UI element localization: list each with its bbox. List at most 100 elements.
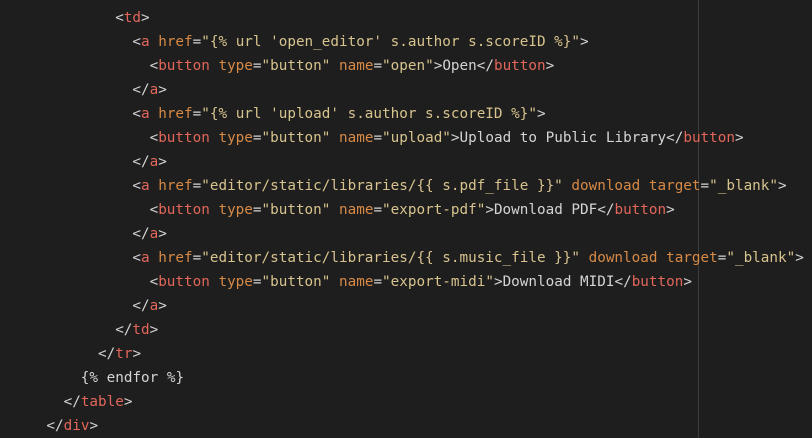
code-token-tag: a (141, 250, 150, 266)
code-token-text: Download PDF (493, 202, 598, 218)
code-token-punct: > (158, 226, 167, 242)
code-line[interactable]: </div> (0, 414, 812, 438)
code-token-attr: type (218, 274, 253, 290)
code-token-tag: button (158, 58, 210, 74)
code-token-punct: > (683, 274, 692, 290)
code-token-punct: = (373, 58, 383, 74)
code-line[interactable]: </a> (0, 222, 812, 246)
code-token-attr: href (158, 106, 193, 122)
code-token-punct: = (252, 202, 262, 218)
code-token-text: Upload to Public Library (459, 130, 667, 146)
code-token-str: "open" (382, 58, 434, 74)
code-token-punct: = (373, 202, 383, 218)
code-token-punct: = (373, 274, 383, 290)
code-line[interactable]: <button type="button" name="export-midi"… (0, 270, 812, 294)
code-token-punct: > (89, 418, 99, 434)
code-token-attr: href (158, 250, 193, 266)
code-token-attr: href (158, 34, 193, 50)
code-token-punct: = (192, 250, 202, 266)
code-line[interactable]: </td> (0, 318, 812, 342)
code-token-str: "button" (261, 202, 331, 218)
code-line[interactable]: <button type="button" name="open">Open</… (0, 54, 812, 78)
code-token-tag: a (141, 178, 150, 194)
code-token-tag: td (132, 322, 150, 338)
code-token-punct: = (192, 34, 202, 50)
code-token-punct: < (115, 10, 124, 26)
code-token-punct: > (123, 394, 133, 410)
code-line[interactable]: </a> (0, 150, 812, 174)
code-token-punct: = (252, 58, 262, 74)
code-line[interactable]: </a> (0, 78, 812, 102)
code-line[interactable]: </a> (0, 294, 812, 318)
code-token-str: "button" (261, 58, 331, 74)
code-token-punct: </ (132, 82, 150, 98)
code-token-tag: button (158, 202, 210, 218)
code-token-attr: type (218, 58, 253, 74)
code-line[interactable]: <a href="editor/static/libraries/{{ s.pd… (0, 174, 812, 198)
code-token-punct: </ (666, 130, 684, 146)
code-token-punct: = (700, 178, 710, 194)
code-token-punct: </ (98, 346, 116, 362)
code-line[interactable]: {% endfor %} (0, 366, 812, 390)
code-token-punct: </ (115, 322, 133, 338)
code-token-tag: a (141, 106, 150, 122)
code-token-punct: = (192, 106, 202, 122)
code-token-tag: td (123, 10, 142, 26)
code-token-punct: > (778, 178, 787, 194)
code-token-punct: > (536, 106, 546, 122)
code-line[interactable]: <a href="{% url 'open_editor' s.author s… (0, 30, 812, 54)
code-token-punct: </ (46, 418, 64, 434)
code-token-tag: a (141, 34, 150, 50)
code-token-str: "button" (261, 130, 331, 146)
code-area[interactable]: <td> <a href="{% url 'open_editor' s.auth… (0, 6, 812, 438)
code-token-punct: = (252, 130, 262, 146)
code-line[interactable]: <td> (0, 6, 812, 30)
code-token-tag: button (493, 58, 546, 74)
code-token-punct: </ (63, 394, 81, 410)
code-token-punct: < (132, 34, 141, 50)
code-token-tag: tr (115, 346, 133, 362)
code-line[interactable]: <button type="button" name="export-pdf">… (0, 198, 812, 222)
code-token-punct: = (192, 178, 202, 194)
code-line[interactable]: </table> (0, 390, 812, 414)
code-line[interactable]: <button type="button" name="upload">Uplo… (0, 126, 812, 150)
code-token-attr: download (588, 250, 658, 266)
code-token-str: "_blank" (726, 250, 796, 266)
code-token-punct: < (149, 58, 159, 74)
code-token-attr: type (218, 130, 253, 146)
code-line[interactable]: <a href="{% url 'upload' s.author s.scor… (0, 102, 812, 126)
code-token-punct: </ (132, 154, 150, 170)
code-token-punct: > (132, 346, 142, 362)
code-line[interactable]: </tr> (0, 342, 812, 366)
code-token-tag: button (683, 130, 735, 146)
code-editor[interactable]: <td> <a href="{% url 'open_editor' s.auth… (0, 0, 812, 438)
code-token-punct: > (158, 82, 167, 98)
code-token-punct: > (149, 322, 159, 338)
code-token-punct: </ (476, 58, 494, 74)
code-token-punct: </ (614, 274, 632, 290)
code-token-attr: name (339, 58, 374, 74)
code-token-punct: > (158, 298, 167, 314)
code-token-attr: target (648, 178, 701, 194)
code-token-punct: </ (597, 202, 615, 218)
code-token-attr: download (571, 178, 641, 194)
code-token-tag: a (149, 154, 159, 170)
code-token-punct: < (132, 178, 141, 194)
code-token-punct: > (158, 154, 167, 170)
code-token-punct: > (580, 34, 589, 50)
code-token-punct: > (735, 130, 744, 146)
code-line[interactable]: <a href="editor/static/libraries/{{ s.mu… (0, 246, 812, 270)
code-token-punct: < (149, 202, 159, 218)
code-token-punct: < (149, 130, 159, 146)
code-token-punct: > (493, 274, 503, 290)
code-token-tag: div (63, 418, 90, 434)
code-token-str: "editor/static/libraries/{{ s.pdf_file }… (201, 178, 563, 194)
code-token-punct: > (450, 130, 460, 146)
code-token-str: "editor/static/libraries/{{ s.music_file… (201, 250, 580, 266)
